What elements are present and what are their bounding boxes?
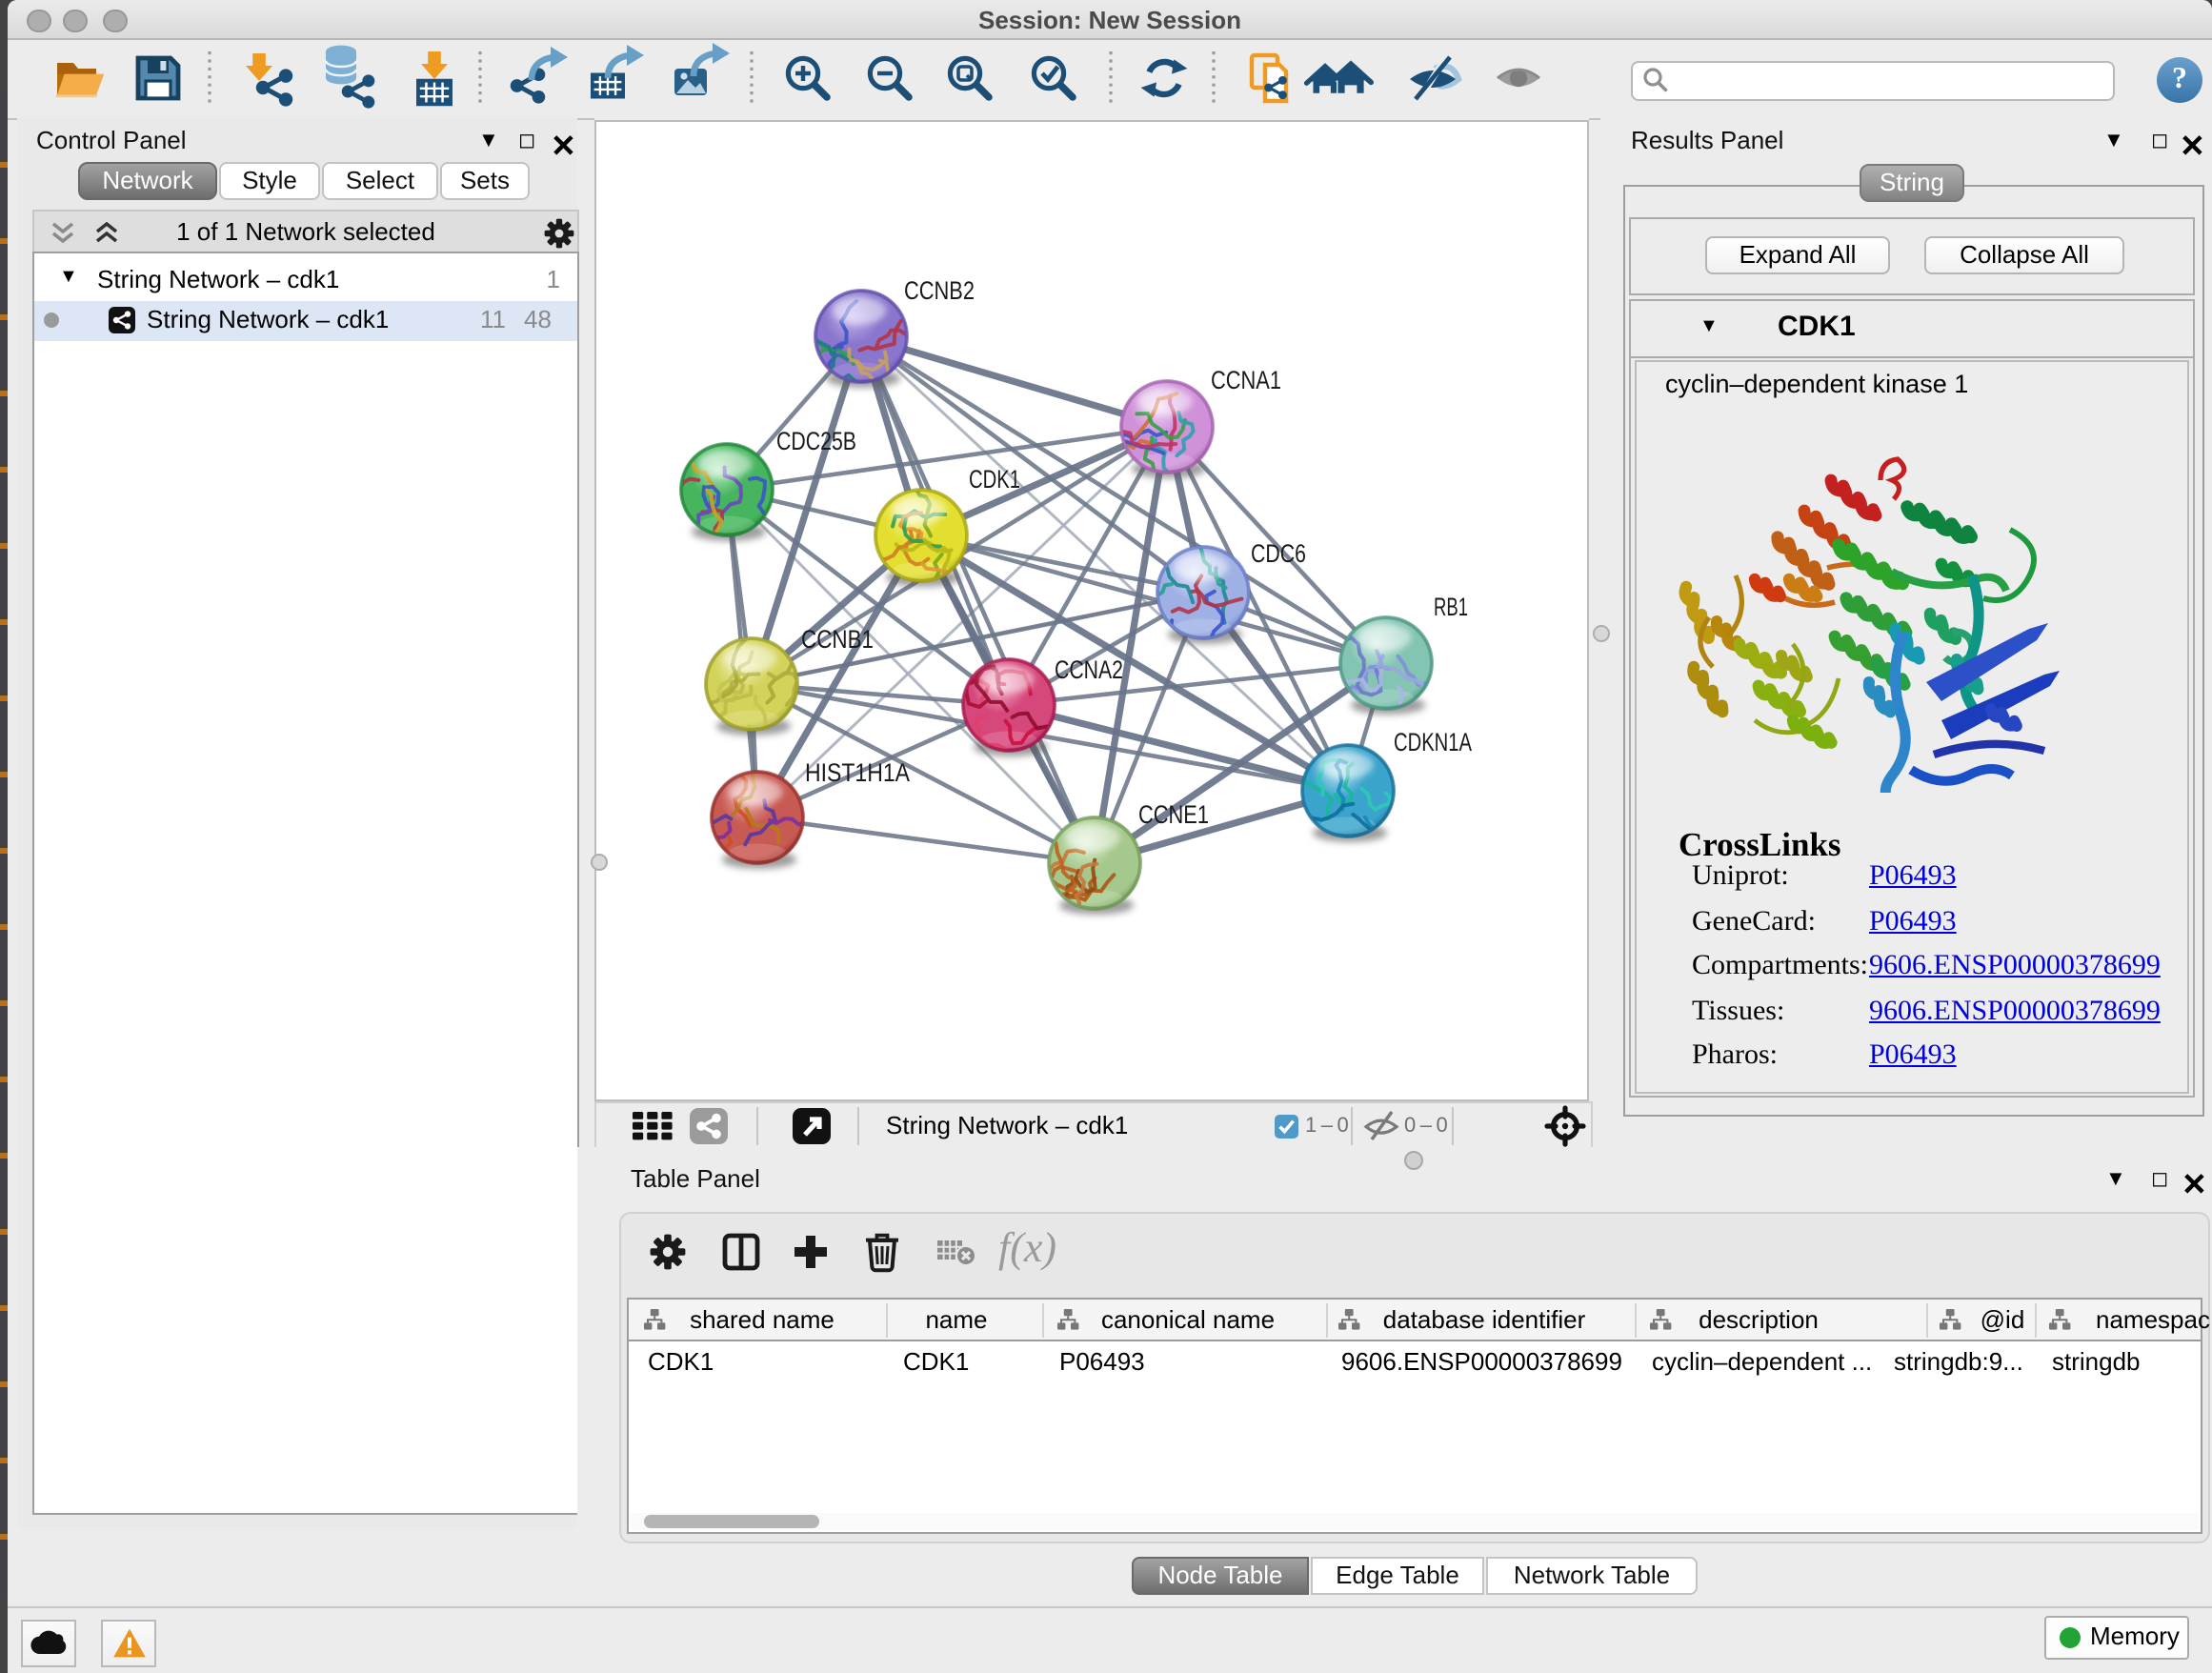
svg-text:CDKN1A: CDKN1A [1394, 728, 1472, 756]
svg-text:CCNA2: CCNA2 [1055, 655, 1123, 684]
svg-text:CCNA1: CCNA1 [1211, 366, 1281, 394]
svg-text:CCNB1: CCNB1 [801, 625, 874, 654]
svg-text:RB1: RB1 [1434, 593, 1468, 621]
svg-text:CDK1: CDK1 [969, 465, 1020, 494]
svg-text:CCNE1: CCNE1 [1138, 800, 1209, 829]
svg-text:CDC25B: CDC25B [776, 427, 856, 455]
svg-text:HIST1H1A: HIST1H1A [805, 758, 910, 787]
svg-text:CCNB2: CCNB2 [904, 276, 975, 305]
svg-text:CDC6: CDC6 [1251, 539, 1306, 568]
